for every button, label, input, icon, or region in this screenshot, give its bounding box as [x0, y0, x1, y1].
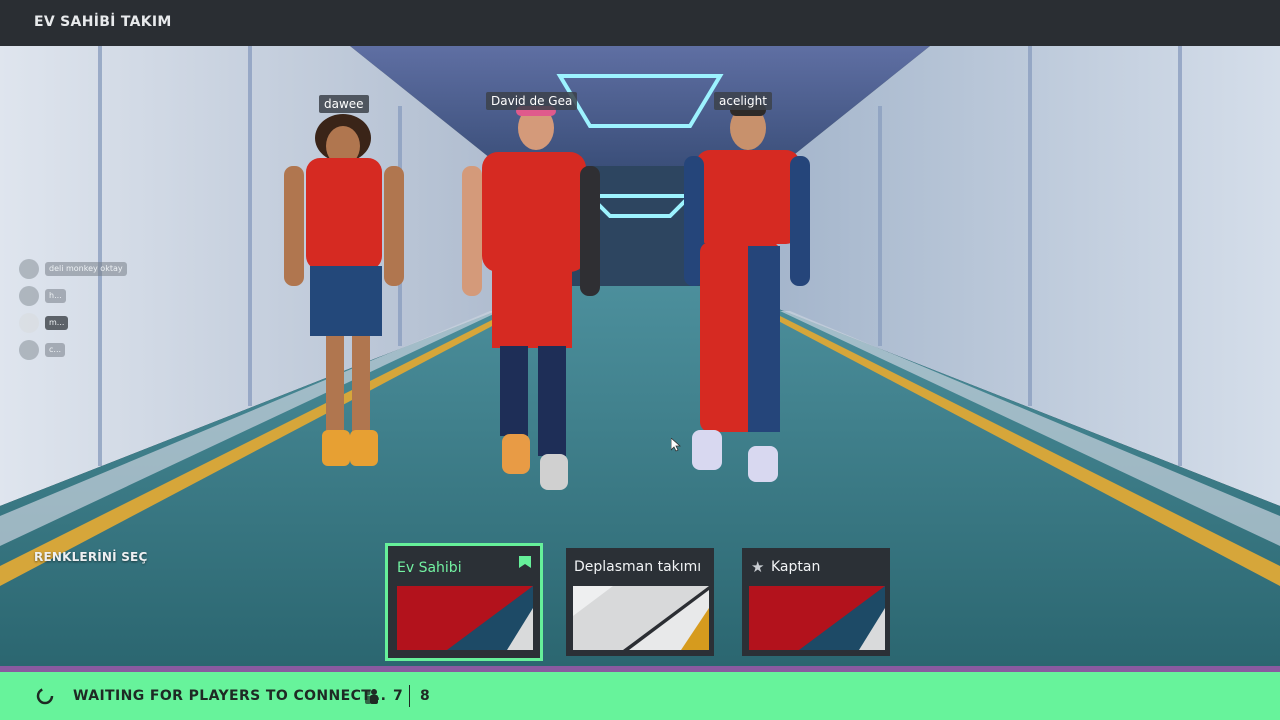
screen-title: EV SAHİBİ TAKIM [34, 14, 172, 30]
social-entry-label: m... [45, 316, 69, 330]
status-message: WAITING FOR PLAYERS TO CONNECT... [73, 688, 387, 704]
kit-option-label: Ev Sahibi [397, 560, 462, 576]
player-figure-dawee [284, 114, 404, 466]
loading-spinner-icon [36, 687, 54, 705]
player-name-tag: acelight [714, 92, 772, 110]
connected-count: 7 [393, 688, 403, 704]
flag-icon [519, 556, 531, 568]
social-entry[interactable]: deli monkey oktay [19, 259, 139, 279]
player-figure-acelight [684, 104, 810, 482]
kit-color-swatch [573, 586, 709, 650]
top-bar: EV SAHİBİ TAKIM [0, 0, 1280, 46]
star-icon: ★ [751, 558, 765, 576]
kit-option-deplasman[interactable]: Deplasman takımı [566, 548, 714, 656]
total-count: 8 [420, 688, 430, 704]
kit-option-label: Deplasman takımı [574, 559, 702, 575]
kit-section-label: RENKLERİNİ SEÇ [34, 550, 148, 564]
player-name-tag: dawee [319, 95, 369, 113]
kit-option-kaptan[interactable]: ★ Kaptan [742, 548, 890, 656]
kit-color-swatch [749, 586, 885, 650]
social-entry-label: deli monkey oktay [45, 262, 127, 276]
social-entry-label: h... [45, 289, 66, 303]
avatar [19, 286, 39, 306]
social-entry[interactable]: h... [19, 286, 139, 306]
kit-color-swatch [397, 586, 533, 650]
kit-option-label: Kaptan [771, 559, 821, 575]
mouse-cursor-icon [671, 438, 681, 452]
avatar [19, 259, 39, 279]
discord-icon [19, 340, 39, 360]
player-name-tag: David de Gea [486, 92, 578, 110]
avatar [19, 313, 39, 333]
social-entry-label: c... [45, 343, 66, 357]
players-icon [365, 689, 378, 704]
social-entry[interactable]: c... [19, 340, 139, 360]
divider [409, 685, 410, 707]
social-entry[interactable]: m... [19, 313, 139, 333]
player-figure-david-de-gea [462, 106, 600, 490]
kit-option-ev-sahibi[interactable]: Ev Sahibi [385, 543, 543, 661]
status-bar: WAITING FOR PLAYERS TO CONNECT... 7 8 [0, 672, 1280, 720]
